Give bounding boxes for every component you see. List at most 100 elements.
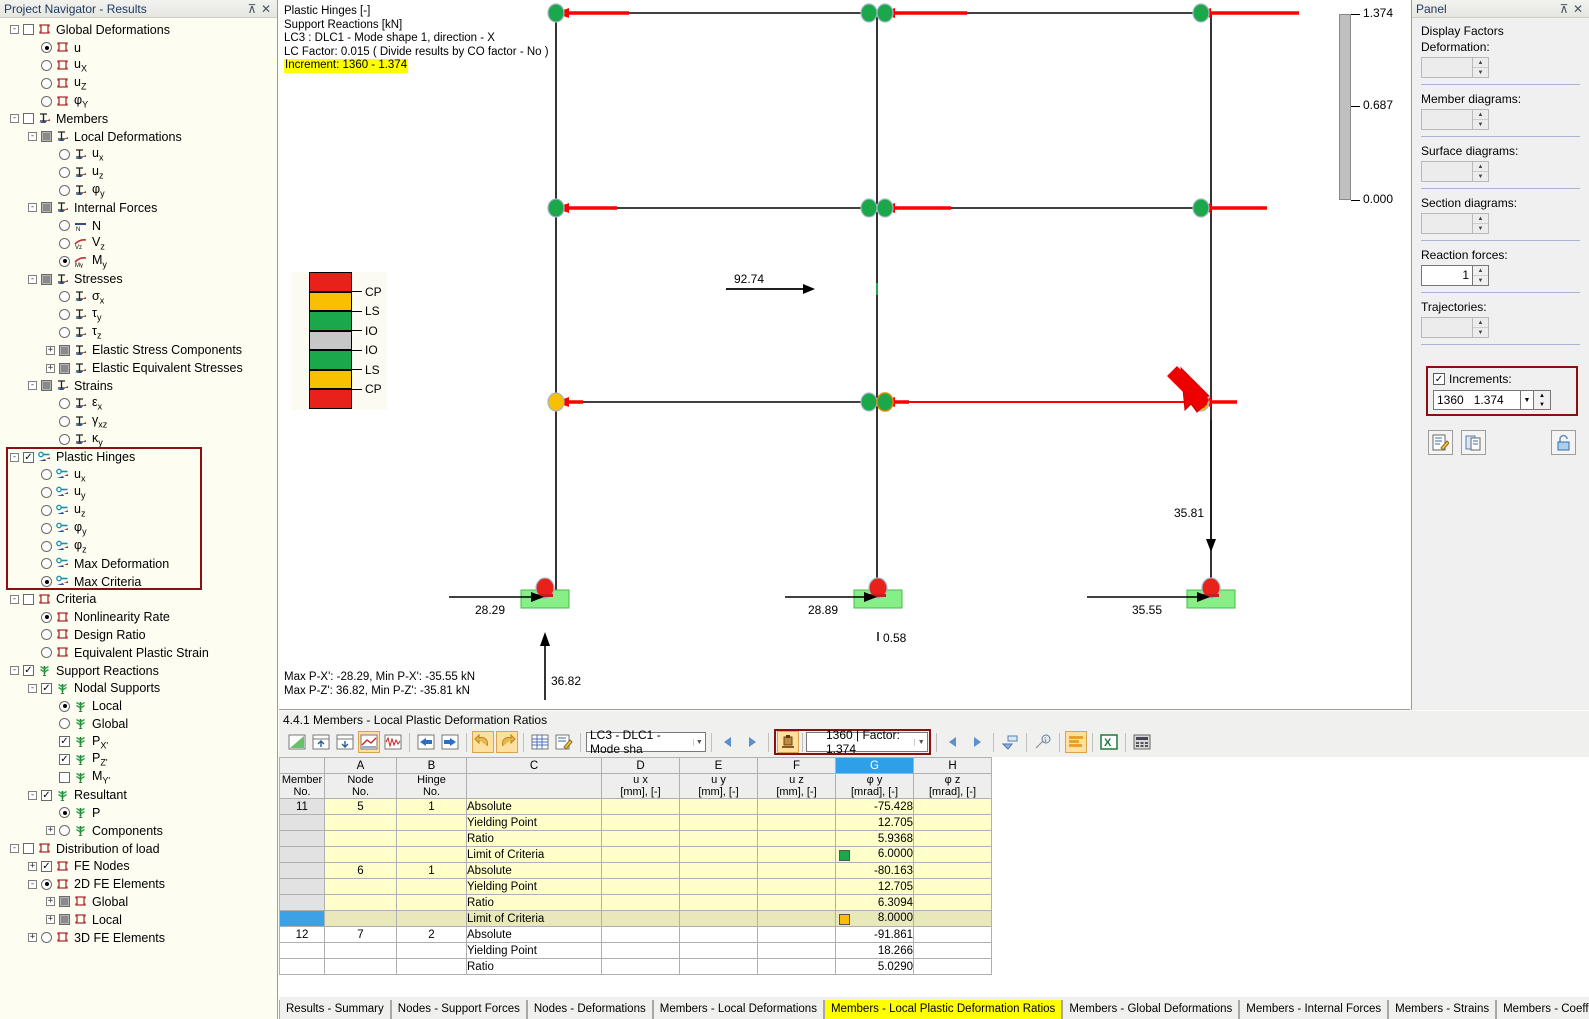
tree-checkbox[interactable] xyxy=(41,273,52,285)
increments-checkbox[interactable]: ✓ xyxy=(1433,373,1445,385)
tree-radio[interactable] xyxy=(59,148,70,160)
cell-phiy[interactable]: -75.428 xyxy=(835,798,914,815)
cell-uz[interactable] xyxy=(757,814,836,831)
cell-phiz[interactable] xyxy=(913,910,992,927)
tree-checkbox[interactable] xyxy=(41,131,52,143)
row-header-member-no[interactable] xyxy=(279,910,325,927)
cell-phiy[interactable]: -91.861 xyxy=(835,926,914,943)
tree-checkbox[interactable]: ✓ xyxy=(59,754,70,766)
cell-hinge[interactable] xyxy=(396,910,467,927)
cell-hinge[interactable]: 1 xyxy=(396,798,467,815)
cell-uy[interactable] xyxy=(679,878,758,895)
tree-radio[interactable] xyxy=(59,807,70,819)
tree-item-local[interactable]: + Local xyxy=(0,911,277,929)
increment-next-icon[interactable] xyxy=(966,731,988,753)
cell-uy[interactable] xyxy=(679,798,758,815)
tree-item-strains[interactable]: - Strains xyxy=(0,377,277,395)
cell-uy[interactable] xyxy=(679,910,758,927)
tree-checkbox[interactable]: ✓ xyxy=(23,665,34,677)
cell-node[interactable]: 6 xyxy=(324,862,397,879)
table-row[interactable]: Limit of Criteria 6.0000 xyxy=(279,846,992,863)
tree-item-[interactable]: κy xyxy=(0,430,277,448)
table-row[interactable]: 12 7 2 Absolute -91.861 xyxy=(279,926,992,943)
tree-item-[interactable]: φy xyxy=(0,181,277,199)
table-row[interactable]: Ratio 6.3094 xyxy=(279,894,992,911)
tree-item-u[interactable]: ux xyxy=(0,146,277,164)
tree-item-u[interactable]: u xyxy=(0,39,277,57)
tree-item-p[interactable]: ✓ PX' xyxy=(0,733,277,751)
cell-kind[interactable]: Ratio xyxy=(466,830,602,847)
cell-ux[interactable] xyxy=(601,798,680,815)
cell-node[interactable] xyxy=(324,942,397,959)
cell-ux[interactable] xyxy=(601,830,680,847)
table-redo-icon[interactable] xyxy=(496,731,518,753)
table-row[interactable]: Yielding Point 12.705 xyxy=(279,814,992,831)
tree-item-nodal-supports[interactable]: - ✓ Nodal Supports xyxy=(0,679,277,697)
cell-phiy[interactable]: 5.9368 xyxy=(835,830,914,847)
spinner-arrows[interactable]: ▲ ▼ xyxy=(1472,265,1489,286)
tree-item-[interactable]: τy xyxy=(0,306,277,324)
cell-kind[interactable]: Yielding Point xyxy=(466,878,602,895)
cell-phiy[interactable]: 18.266 xyxy=(835,942,914,959)
tree-radio[interactable] xyxy=(41,932,52,944)
tree-item-2d-fe-elements[interactable]: - 2D FE Elements xyxy=(0,875,277,893)
tree-radio[interactable] xyxy=(41,647,52,659)
tab-nodes-support-forces[interactable]: Nodes - Support Forces xyxy=(390,1000,527,1019)
tree-item-u[interactable]: uX xyxy=(0,57,277,75)
cell-uz[interactable] xyxy=(757,894,836,911)
tree-checkbox[interactable] xyxy=(59,771,70,783)
cell-phiy[interactable]: 8.0000 xyxy=(835,910,914,927)
tree-checkbox[interactable] xyxy=(23,593,34,605)
collapse-icon[interactable]: - xyxy=(10,844,19,854)
tree-radio[interactable] xyxy=(59,700,70,712)
cell-ux[interactable] xyxy=(601,846,680,863)
tree-radio[interactable] xyxy=(41,611,52,623)
tree-radio[interactable] xyxy=(41,469,52,481)
tree-radio[interactable] xyxy=(41,42,52,54)
table-layout-icon[interactable] xyxy=(1065,731,1087,753)
tree-radio[interactable] xyxy=(59,237,70,249)
collapse-icon[interactable]: - xyxy=(10,452,19,462)
cell-hinge[interactable]: 1 xyxy=(396,862,467,879)
tree-item-distribution-of-load[interactable]: - Distribution of load xyxy=(0,840,277,858)
results-grid[interactable]: ABCDEFGH Member No. Node No. Hinge No. u x [mm]… xyxy=(279,757,1589,997)
row-header-member-no[interactable] xyxy=(279,830,325,847)
collapse-icon[interactable]: - xyxy=(28,381,37,391)
column-letter-E[interactable]: E xyxy=(679,757,758,774)
collapse-icon[interactable]: - xyxy=(28,790,37,800)
cell-hinge[interactable] xyxy=(396,814,467,831)
tree-radio[interactable] xyxy=(41,522,52,534)
tree-radio[interactable] xyxy=(41,487,52,499)
row-header-member-no[interactable] xyxy=(279,942,325,959)
cell-phiz[interactable] xyxy=(913,958,992,975)
cell-uy[interactable] xyxy=(679,846,758,863)
tree-item-max-criteria[interactable]: Max Criteria xyxy=(0,573,277,591)
tree-item-p[interactable]: ✓ PZ' xyxy=(0,751,277,769)
tree-radio[interactable] xyxy=(59,220,70,232)
tree-checkbox[interactable]: ✓ xyxy=(41,860,52,872)
tree-item-n[interactable]: NN xyxy=(0,217,277,235)
tree-item-p[interactable]: P xyxy=(0,804,277,822)
cell-hinge[interactable] xyxy=(396,830,467,847)
cell-uy[interactable] xyxy=(679,958,758,975)
tree-item-local-deformations[interactable]: - Local Deformations xyxy=(0,128,277,146)
table-row[interactable]: Ratio 5.9368 xyxy=(279,830,992,847)
tree-checkbox[interactable] xyxy=(59,344,70,356)
tab-members-global-deformations[interactable]: Members - Global Deformations xyxy=(1062,1000,1240,1019)
cell-kind[interactable]: Yielding Point xyxy=(466,814,602,831)
tree-item-[interactable]: εx xyxy=(0,395,277,413)
cell-phiz[interactable] xyxy=(913,926,992,943)
display-factor-value[interactable]: 1 xyxy=(1421,265,1472,286)
tree-item-u[interactable]: uz xyxy=(0,163,277,181)
cell-hinge[interactable] xyxy=(396,958,467,975)
increments-selector[interactable]: 1360 1.374 ▼ ▲ ▼ xyxy=(1433,390,1551,410)
table-row[interactable]: 6 1 Absolute -80.163 xyxy=(279,862,992,879)
tree-checkbox[interactable]: ✓ xyxy=(41,789,52,801)
cell-uz[interactable] xyxy=(757,926,836,943)
cell-uz[interactable] xyxy=(757,830,836,847)
column-letter-A[interactable]: A xyxy=(324,757,397,774)
row-header-member-no[interactable] xyxy=(279,862,325,879)
tree-checkbox[interactable]: ✓ xyxy=(59,736,70,748)
column-letter-D[interactable]: D xyxy=(601,757,680,774)
tree-item-[interactable]: φz xyxy=(0,537,277,555)
